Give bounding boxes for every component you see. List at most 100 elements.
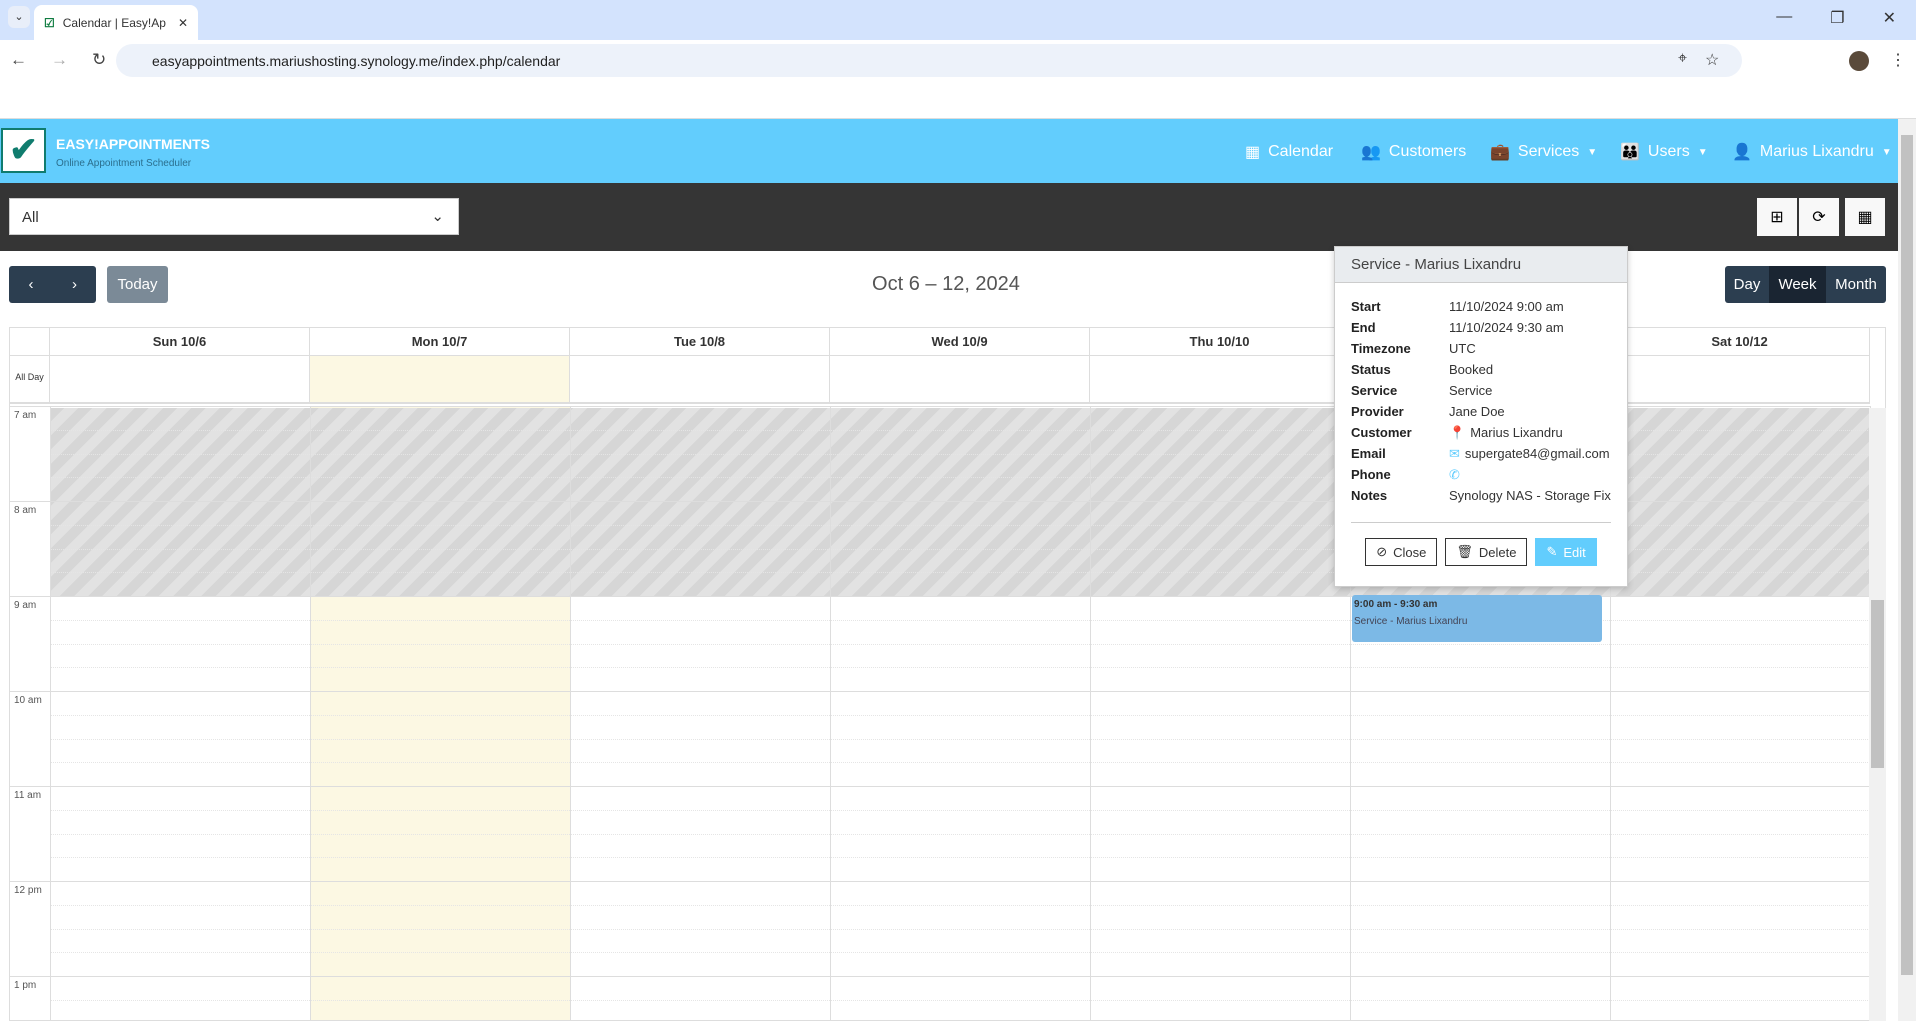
back-icon[interactable]: ← [10, 50, 27, 70]
field-value: Synology NAS - Storage Fix [1449, 488, 1611, 503]
brand-name: EASY!APPOINTMENTS [56, 136, 211, 152]
popover-title: Service - Marius Lixandru [1335, 247, 1627, 283]
url-field[interactable]: easyappointments.mariushosting.synology.… [116, 44, 1742, 77]
add-appointment-button[interactable]: ⊞ [1757, 198, 1797, 236]
reload-icon[interactable]: ↻ [92, 50, 106, 70]
trash-icon: 🗑 [1456, 544, 1473, 559]
day-header: Tue 10/8 [570, 328, 830, 356]
time-label: 10 am [14, 695, 42, 706]
users-icon: 👪 [1620, 144, 1640, 161]
event-time: 9:00 am - 9:30 am [1354, 599, 1438, 610]
time-label: 7 am [14, 410, 37, 421]
hour-line [10, 976, 1870, 977]
field-provider: Provider Jane Doe [1335, 401, 1627, 422]
chevron-right-icon: › [72, 276, 77, 293]
event-title: Service - Marius Lixandru [1354, 616, 1468, 627]
field-customer: Customer 📍 Marius Lixandru [1335, 422, 1627, 443]
table-icon: ▦ [1857, 209, 1873, 226]
day-header: Thu 10/10 [1090, 328, 1350, 356]
field-label: Notes [1351, 488, 1388, 503]
field-notes: Notes Synology NAS - Storage Fix [1335, 485, 1627, 506]
today-button[interactable]: Today [107, 266, 168, 303]
allday-cell[interactable] [570, 356, 830, 404]
close-label: Close [1393, 544, 1427, 560]
next-button[interactable]: › [53, 266, 96, 303]
reload-button[interactable]: ⟳ [1799, 198, 1839, 236]
location-icon[interactable]: ⌖ [1678, 50, 1687, 70]
allday-label: All Day [10, 356, 50, 404]
restore-icon[interactable]: ❐ [1830, 8, 1844, 28]
allday-cell[interactable] [1610, 356, 1870, 404]
field-value[interactable]: supergate84@gmail.com [1465, 446, 1610, 461]
view-month-button[interactable]: Month [1826, 266, 1886, 303]
field-value[interactable]: Marius Lixandru [1470, 425, 1563, 440]
page-scrollbar[interactable] [1898, 119, 1916, 1021]
caret-down-icon: ▼ [1697, 146, 1708, 158]
slot-line [50, 667, 1870, 669]
allday-cell[interactable] [1090, 356, 1350, 404]
appointment-popover: Service - Marius Lixandru Start 11/10/202… [1334, 246, 1628, 587]
view-day-button[interactable]: Day [1725, 266, 1769, 303]
brand-tagline: Online Appointment Scheduler [56, 158, 192, 169]
close-button[interactable]: ⊘ Close [1365, 538, 1438, 566]
nav-customers[interactable]: 👥 Customers [1361, 142, 1466, 162]
browser-tab[interactable]: ☑ Calendar | Easy!Ap ✕ [34, 5, 198, 40]
field-label: End [1351, 320, 1376, 335]
hour-line [10, 786, 1870, 787]
browser-menu-icon[interactable]: ⋮ [1890, 50, 1906, 70]
provider-filter-select[interactable]: All ⌄ [9, 198, 459, 235]
close-tab-icon[interactable]: ✕ [178, 16, 188, 30]
nav-label: Services [1517, 143, 1580, 160]
time-label: 11 am [14, 790, 42, 801]
field-value: 11/10/2024 9:00 am [1449, 299, 1564, 314]
nav-users[interactable]: 👪 Users ▼ [1620, 142, 1708, 162]
nav-user-menu[interactable]: 👤 Marius Lixandru ▼ [1732, 142, 1892, 162]
view-week-button[interactable]: Week [1769, 266, 1826, 303]
time-label: 9 am [14, 600, 37, 611]
scrollbar-thumb[interactable] [1871, 600, 1884, 768]
nav-calendar[interactable]: ▦ Calendar [1245, 142, 1333, 162]
star-icon[interactable]: ☆ [1705, 50, 1719, 70]
briefcase-clock-icon: 💼 [1490, 144, 1510, 161]
slot-line [50, 999, 1870, 1001]
field-label: Timezone [1351, 341, 1411, 356]
column-divider [1090, 406, 1091, 1020]
slot-line [50, 762, 1870, 764]
tab-list-button[interactable]: ⌄ [8, 6, 30, 28]
chevron-down-icon: ⌄ [431, 208, 444, 225]
slot-line [50, 904, 1870, 906]
calendar-scrollbar[interactable] [1869, 408, 1886, 1021]
nav-label: Calendar [1268, 143, 1334, 160]
close-window-icon[interactable]: ✕ [1883, 8, 1896, 28]
calendar-icon: ▦ [1245, 144, 1261, 161]
time-label: 8 am [14, 505, 37, 516]
appointment-event[interactable]: 9:00 am - 9:30 am Service - Marius Lixand… [1352, 595, 1602, 642]
allday-cell[interactable] [50, 356, 310, 404]
field-value: Jane Doe [1449, 404, 1505, 419]
field-timezone: Timezone UTC [1335, 338, 1627, 359]
profile-avatar[interactable] [1849, 51, 1869, 71]
table-view-button[interactable]: ▦ [1845, 198, 1885, 236]
field-value: Service [1449, 383, 1493, 398]
forward-icon[interactable]: → [51, 50, 68, 70]
field-value: UTC [1449, 341, 1476, 356]
time-gutter-header [10, 328, 50, 356]
customers-icon: 👥 [1361, 144, 1381, 161]
caret-down-icon: ▼ [1587, 146, 1598, 158]
minimize-icon[interactable]: — [1776, 8, 1792, 28]
slot-line [50, 952, 1870, 954]
slot-line [50, 928, 1870, 930]
field-end: End 11/10/2024 9:30 am [1335, 317, 1627, 338]
delete-button[interactable]: 🗑 Delete [1445, 538, 1528, 566]
logo[interactable]: ✔ [1, 128, 46, 173]
day-header: Sun 10/6 [50, 328, 310, 356]
nav-services[interactable]: 💼 Services ▼ [1490, 142, 1597, 162]
allday-cell[interactable] [830, 356, 1090, 404]
slot-line [50, 809, 1870, 811]
prev-button[interactable]: ‹ [9, 266, 53, 303]
page-scrollbar-thumb[interactable] [1901, 135, 1913, 975]
field-value: Booked [1449, 362, 1494, 377]
divider [1351, 522, 1611, 523]
allday-cell[interactable] [310, 356, 570, 404]
edit-button[interactable]: ✎ Edit [1535, 538, 1597, 566]
